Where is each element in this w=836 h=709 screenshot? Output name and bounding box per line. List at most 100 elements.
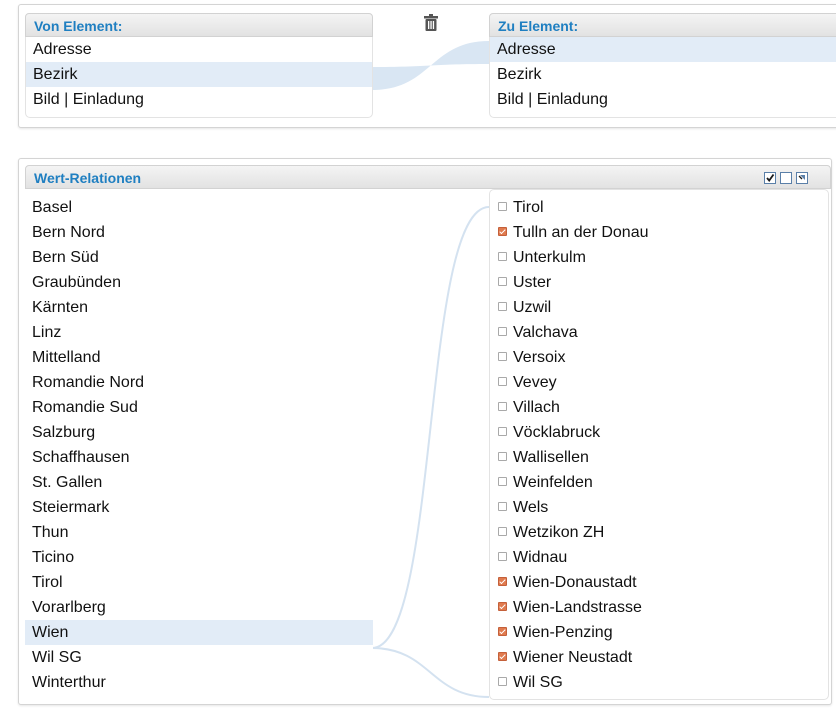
target-value-item-label: Vöcklabruck (513, 424, 601, 441)
checkbox-icon[interactable] (498, 502, 507, 512)
target-value-item[interactable]: Wetzikon ZH (490, 520, 828, 545)
source-value-item[interactable]: Bern Nord (25, 220, 373, 245)
target-value-item[interactable]: Vevey (490, 370, 828, 395)
source-value-item[interactable]: Bern Süd (25, 245, 373, 270)
target-value-item[interactable]: Wels (490, 495, 828, 520)
target-value-item[interactable]: Weinfelden (490, 470, 828, 495)
source-value-item[interactable]: Linz (25, 320, 373, 345)
source-value-item-label: Graubünden (32, 274, 121, 291)
target-value-item-label: Villach (513, 399, 560, 416)
source-value-item-label: Mittelland (32, 349, 101, 366)
target-value-item-label: Vevey (513, 374, 557, 391)
checkbox-checked-icon[interactable] (498, 577, 507, 587)
source-value-item-label: Romandie Sud (32, 399, 138, 416)
target-value-item[interactable]: Tirol (490, 195, 828, 220)
target-value-item[interactable]: Tulln an der Donau (490, 220, 828, 245)
target-value-item-label: Versoix (513, 349, 566, 366)
target-value-item-label: Wien-Donaustadt (513, 574, 637, 591)
source-value-item[interactable]: Romandie Nord (25, 370, 373, 395)
target-value-item[interactable]: Wien-Penzing (490, 620, 828, 645)
source-value-item-label: St. Gallen (32, 474, 103, 491)
target-value-item[interactable]: Unterkulm (490, 245, 828, 270)
checkbox-icon[interactable] (498, 202, 507, 212)
source-value-item-label: Steiermark (32, 499, 110, 516)
checkbox-icon[interactable] (498, 452, 507, 462)
target-value-item-label: Wil SG (513, 674, 563, 691)
source-value-item-label: Thun (32, 524, 69, 541)
target-value-item[interactable]: Uzwil (490, 295, 828, 320)
source-value-item[interactable]: Winterthur (25, 670, 373, 695)
target-value-item-label: Widnau (513, 549, 568, 566)
source-value-item-label: Linz (32, 324, 62, 341)
source-value-item[interactable]: St. Gallen (25, 470, 373, 495)
target-value-item-label: Wiener Neustadt (513, 649, 633, 666)
source-value-item-label: Ticino (32, 549, 75, 566)
target-value-item[interactable]: Wiener Neustadt (490, 645, 828, 670)
target-value-item-label: Uzwil (513, 299, 552, 316)
source-value-item[interactable]: Thun (25, 520, 373, 545)
target-value-item-label: Unterkulm (513, 249, 586, 266)
target-value-item-label: Valchava (513, 324, 578, 341)
target-value-item-label: Wallisellen (513, 449, 589, 466)
source-value-item[interactable]: Romandie Sud (25, 395, 373, 420)
source-value-item[interactable]: Vorarlberg (25, 595, 373, 620)
target-value-item[interactable]: Uster (490, 270, 828, 295)
source-value-item[interactable]: Ticino (25, 545, 373, 570)
source-value-item[interactable]: Schaffhausen (25, 445, 373, 470)
checkbox-icon[interactable] (498, 327, 507, 337)
target-value-item[interactable]: Widnau (490, 545, 828, 570)
source-value-item-label: Salzburg (32, 424, 96, 441)
checkbox-checked-icon[interactable] (498, 652, 507, 662)
source-value-item[interactable]: Graubünden (25, 270, 373, 295)
target-value-item[interactable]: Wien-Donaustadt (490, 570, 828, 595)
checkbox-icon[interactable] (498, 552, 507, 562)
source-value-item[interactable]: Kärnten (25, 295, 373, 320)
source-value-item-label: Kärnten (32, 299, 89, 316)
source-value-item-label: Basel (32, 199, 73, 216)
target-value-item-label: Wien-Landstrasse (513, 599, 642, 616)
target-value-item[interactable]: Vöcklabruck (490, 420, 828, 445)
source-value-item-label: Winterthur (32, 674, 106, 691)
target-value-item[interactable]: Versoix (490, 345, 828, 370)
source-value-item[interactable]: Basel (25, 195, 373, 220)
target-value-item[interactable]: Wien-Landstrasse (490, 595, 828, 620)
target-value-item-label: Tirol (513, 199, 544, 216)
source-value-item-label: Bern Nord (32, 224, 105, 241)
target-values-list: Tirol Tulln an der Donau Unterkulm Uster Uzw… (489, 189, 829, 700)
checkbox-icon[interactable] (498, 402, 507, 412)
target-value-item[interactable]: Villach (490, 395, 828, 420)
checkbox-icon[interactable] (498, 527, 507, 537)
source-value-item[interactable]: Wien (25, 620, 373, 645)
checkbox-checked-icon[interactable] (498, 627, 507, 637)
checkbox-checked-icon[interactable] (498, 602, 507, 612)
target-value-item[interactable]: Valchava (490, 320, 828, 345)
checkbox-icon[interactable] (498, 677, 507, 687)
target-value-item-label: Uster (513, 274, 552, 291)
target-value-item-label: Tulln an der Donau (513, 224, 649, 241)
source-value-item-label: Wien (32, 624, 69, 641)
source-value-item[interactable]: Wil SG (25, 645, 373, 670)
source-value-item[interactable]: Tirol (25, 570, 373, 595)
source-value-item-label: Bern Süd (32, 249, 99, 266)
target-value-item[interactable]: Wallisellen (490, 445, 828, 470)
checkbox-icon[interactable] (498, 277, 507, 287)
source-value-item[interactable]: Salzburg (25, 420, 373, 445)
checkbox-icon[interactable] (498, 477, 507, 487)
checkbox-icon[interactable] (498, 427, 507, 437)
source-value-item-label: Wil SG (32, 649, 82, 666)
source-values-list: Basel Bern Nord Bern Süd Graubünden Kärnten L… (25, 189, 373, 700)
source-value-item-label: Vorarlberg (32, 599, 106, 616)
target-value-item-label: Wels (513, 499, 549, 516)
source-value-item-label: Schaffhausen (32, 449, 130, 466)
checkbox-icon[interactable] (498, 252, 507, 262)
target-value-item-label: Wetzikon ZH (513, 524, 605, 541)
checkbox-checked-icon[interactable] (498, 227, 507, 237)
checkbox-icon[interactable] (498, 302, 507, 312)
target-value-item[interactable]: Wil SG (490, 670, 828, 695)
source-value-item-label: Romandie Nord (32, 374, 145, 391)
source-value-item-label: Tirol (32, 574, 63, 591)
checkbox-icon[interactable] (498, 352, 507, 362)
source-value-item[interactable]: Steiermark (25, 495, 373, 520)
source-value-item[interactable]: Mittelland (25, 345, 373, 370)
checkbox-icon[interactable] (498, 377, 507, 387)
